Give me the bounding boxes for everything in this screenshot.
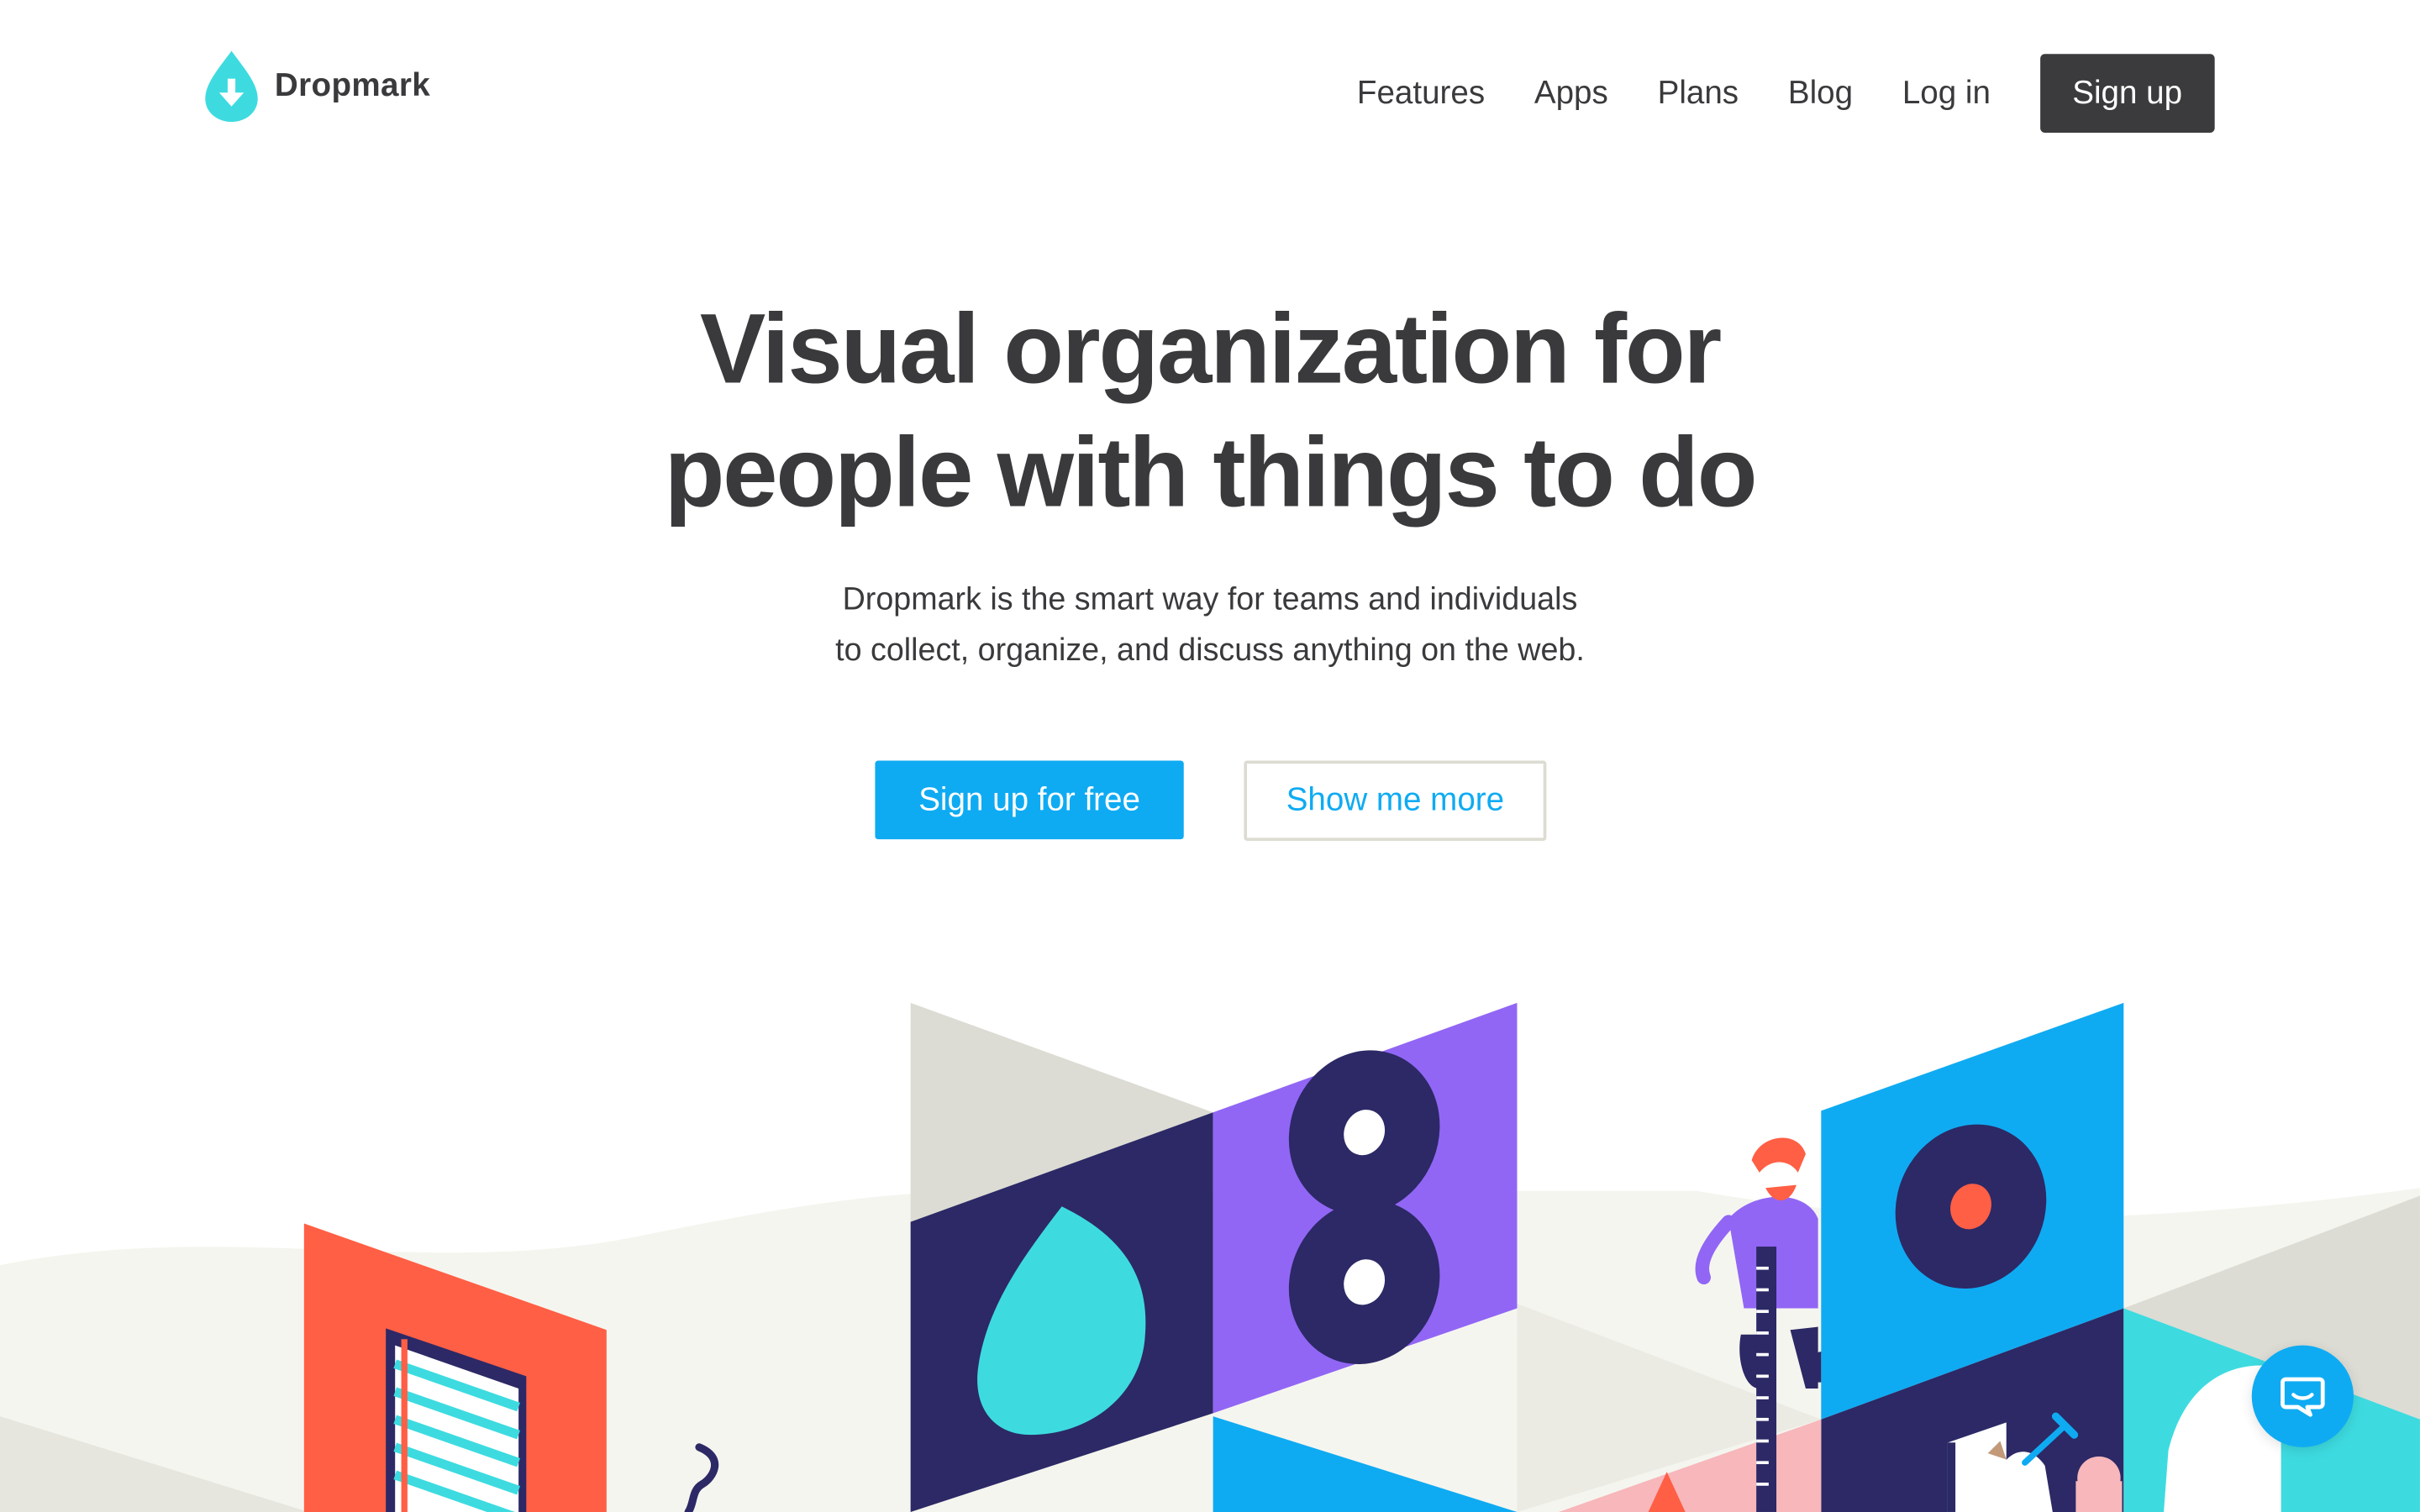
hero-illustration [0, 1002, 2420, 1512]
hero-title: Visual organization for people with thin… [0, 287, 2420, 534]
hero-title-line: Visual organization for [699, 292, 1722, 405]
brand-name: Dropmark [274, 67, 431, 104]
hero-subtitle-line: Dropmark is the smart way for teams and … [842, 581, 1578, 617]
brand-logo[interactable]: Dropmark [203, 50, 430, 123]
nav-plans-link[interactable]: Plans [1658, 75, 1739, 112]
nav-blog-link[interactable]: Blog [1788, 75, 1853, 112]
nav-apps-link[interactable]: Apps [1534, 75, 1608, 112]
main-nav: Features Apps Plans Blog Log in Sign up [1357, 54, 2215, 133]
hero-title-line: people with things to do [664, 416, 1758, 528]
nav-login-link[interactable]: Log in [1902, 75, 1991, 112]
chat-button[interactable] [2251, 1345, 2354, 1447]
show-more-button[interactable]: Show me more [1244, 760, 1547, 842]
chat-bubble-icon [2281, 1377, 2325, 1417]
nav-signup-button[interactable]: Sign up [2039, 54, 2215, 133]
hero-subtitle: Dropmark is the smart way for teams and … [0, 575, 2420, 675]
hero-subtitle-line: to collect, organize, and discuss anythi… [835, 632, 1585, 668]
signup-free-button[interactable]: Sign up for free [875, 760, 1184, 840]
droplet-download-icon [205, 50, 258, 123]
page: Dropmark Features Apps Plans Blog Log in… [0, 0, 2420, 1512]
nav-features-link[interactable]: Features [1357, 75, 1485, 112]
